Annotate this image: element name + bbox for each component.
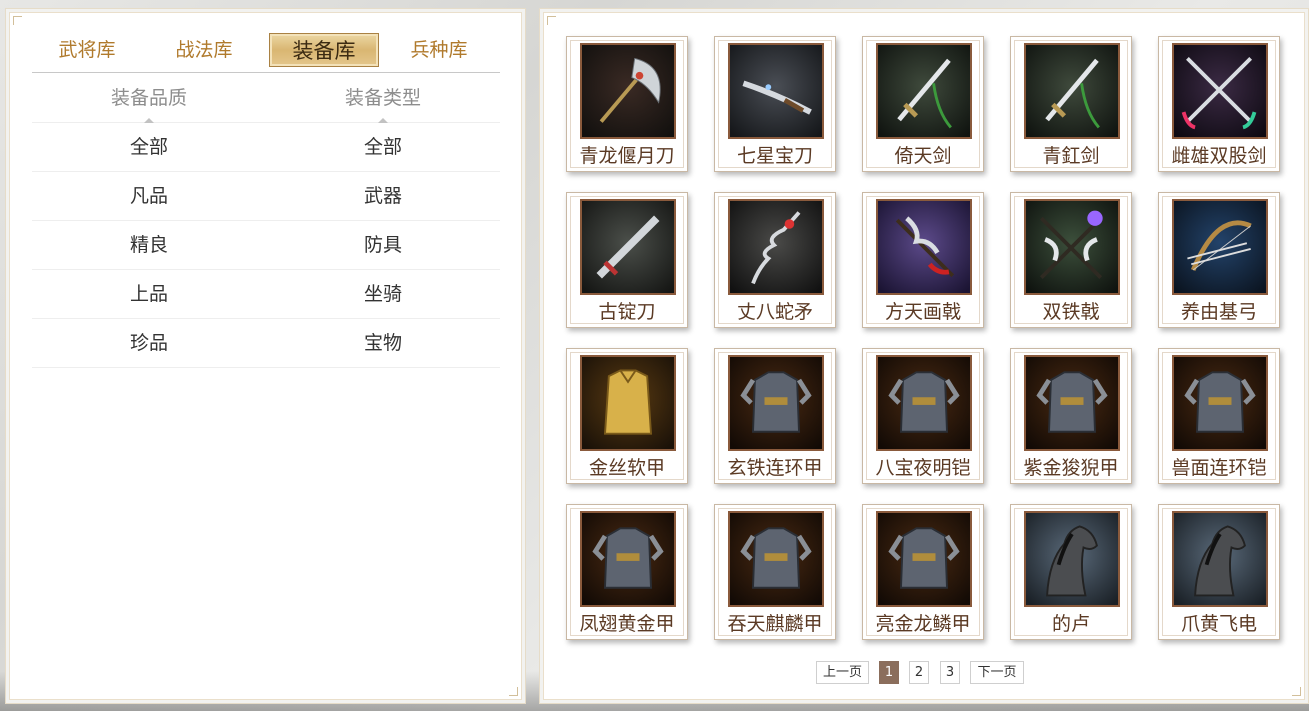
equipment-card[interactable]: 的卢: [1010, 504, 1132, 640]
equipment-name: 青龙偃月刀: [579, 145, 675, 167]
equipment-name: 雌雄双股剑: [1171, 145, 1267, 167]
broadsword-icon: [580, 199, 676, 295]
tab-tactics[interactable]: 战法库: [149, 33, 259, 67]
twin-swords-icon: [1172, 43, 1268, 139]
equipment-name: 紫金狻猊甲: [1023, 457, 1119, 479]
equipment-name: 八宝夜明铠: [875, 457, 971, 479]
page-2-button[interactable]: 2: [909, 661, 929, 684]
equipment-card[interactable]: 青釭剑: [1010, 36, 1132, 172]
equipment-name: 玄铁连环甲: [727, 457, 823, 479]
type-filter-title: 装备类型: [344, 87, 421, 109]
quality-option-superior[interactable]: 上品: [32, 270, 266, 319]
equipment-name: 方天画戟: [884, 301, 961, 323]
equipment-card[interactable]: 双铁戟: [1010, 192, 1132, 328]
armor-icon: [1024, 355, 1120, 451]
armor-icon: [876, 511, 972, 607]
type-option-weapon[interactable]: 武器: [266, 172, 500, 221]
equipment-card[interactable]: 青龙偃月刀: [566, 36, 688, 172]
equipment-card[interactable]: 紫金狻猊甲: [1010, 348, 1132, 484]
armor-icon: [728, 511, 824, 607]
equipment-card[interactable]: 爪黄飞电: [1158, 504, 1280, 640]
equipment-name: 七星宝刀: [736, 145, 813, 167]
equipment-name: 金丝软甲: [588, 457, 665, 479]
type-option-mount[interactable]: 坐骑: [266, 270, 500, 319]
quality-option-rare[interactable]: 珍品: [32, 319, 266, 368]
equipment-card[interactable]: 吞天麒麟甲: [714, 504, 836, 640]
serpent-spear-icon: [728, 199, 824, 295]
type-option-all[interactable]: 全部: [266, 123, 500, 172]
equipment-name: 的卢: [1051, 613, 1090, 635]
prev-page-button[interactable]: 上一页: [816, 661, 869, 684]
type-filter-header: 装备类型: [266, 73, 500, 123]
saber-icon: [728, 43, 824, 139]
equipment-name: 兽面连环铠: [1171, 457, 1267, 479]
equipment-card[interactable]: 八宝夜明铠: [862, 348, 984, 484]
halberd-icon: [876, 199, 972, 295]
sword-icon: [876, 43, 972, 139]
quality-option-all[interactable]: 全部: [32, 123, 266, 172]
equipment-name: 双铁戟: [1042, 301, 1100, 323]
quality-option-fine[interactable]: 精良: [32, 221, 266, 270]
equipment-card[interactable]: 养由基弓: [1158, 192, 1280, 328]
crescent-blade-icon: [580, 43, 676, 139]
armor-icon: [580, 511, 676, 607]
equipment-name: 爪黄飞电: [1180, 613, 1257, 635]
bow-icon: [1172, 199, 1268, 295]
golden-vest-icon: [580, 355, 676, 451]
type-filter-column: 装备类型 全部 武器 防具 坐骑 宝物: [266, 73, 500, 368]
filter-panel: 武将库 战法库 装备库 兵种库 装备品质 全部 凡品 精良 上品 珍品 装备类型…: [9, 12, 522, 700]
equipment-name: 青釭剑: [1042, 145, 1100, 167]
quality-filter-title: 装备品质: [110, 87, 187, 109]
equipment-card[interactable]: 金丝软甲: [566, 348, 688, 484]
equipment-card[interactable]: 七星宝刀: [714, 36, 836, 172]
equipment-card[interactable]: 兽面连环铠: [1158, 348, 1280, 484]
equipment-card[interactable]: 雌雄双股剑: [1158, 36, 1280, 172]
page-1-button[interactable]: 1: [879, 661, 899, 684]
next-page-button[interactable]: 下一页: [970, 661, 1024, 684]
horse-icon: [1024, 511, 1120, 607]
equipment-card[interactable]: 亮金龙鳞甲: [862, 504, 984, 640]
equipment-panel: 青龙偃月刀 七星宝刀 倚天剑 青釭剑 雌雄双股剑古锭刀 丈八蛇矛 方天画戟 双铁戟 养由基弓金丝…: [543, 12, 1305, 700]
equipment-card[interactable]: 丈八蛇矛: [714, 192, 836, 328]
equipment-card[interactable]: 方天画戟: [862, 192, 984, 328]
tab-troops[interactable]: 兵种库: [384, 33, 494, 67]
tab-generals[interactable]: 武将库: [32, 33, 142, 67]
page-3-button[interactable]: 3: [940, 661, 960, 684]
quality-filter-header: 装备品质: [32, 73, 266, 123]
quality-option-common[interactable]: 凡品: [32, 172, 266, 221]
equipment-card[interactable]: 古锭刀: [566, 192, 688, 328]
equipment-name: 养由基弓: [1180, 301, 1257, 323]
equipment-card[interactable]: 玄铁连环甲: [714, 348, 836, 484]
equipment-name: 古锭刀: [598, 301, 656, 323]
armor-icon: [876, 355, 972, 451]
equipment-name: 亮金龙鳞甲: [875, 613, 971, 635]
type-option-treasure[interactable]: 宝物: [266, 319, 500, 368]
armor-icon: [728, 355, 824, 451]
type-option-armor[interactable]: 防具: [266, 221, 500, 270]
library-tabs: 武将库 战法库 装备库 兵种库: [32, 33, 500, 73]
twin-halberds-icon: [1024, 199, 1120, 295]
equipment-card[interactable]: 倚天剑: [862, 36, 984, 172]
tab-equipment[interactable]: 装备库: [269, 33, 379, 67]
equipment-name: 倚天剑: [894, 145, 952, 167]
caret-icon: [144, 118, 154, 123]
equipment-card[interactable]: 凤翅黄金甲: [566, 504, 688, 640]
sword-icon: [1024, 43, 1120, 139]
equipment-name: 丈八蛇矛: [736, 301, 813, 323]
horse-icon: [1172, 511, 1268, 607]
equipment-name: 吞天麒麟甲: [727, 613, 823, 635]
caret-icon: [378, 118, 388, 123]
armor-icon: [1172, 355, 1268, 451]
equipment-name: 凤翅黄金甲: [579, 613, 675, 635]
quality-filter-column: 装备品质 全部 凡品 精良 上品 珍品: [32, 73, 266, 368]
